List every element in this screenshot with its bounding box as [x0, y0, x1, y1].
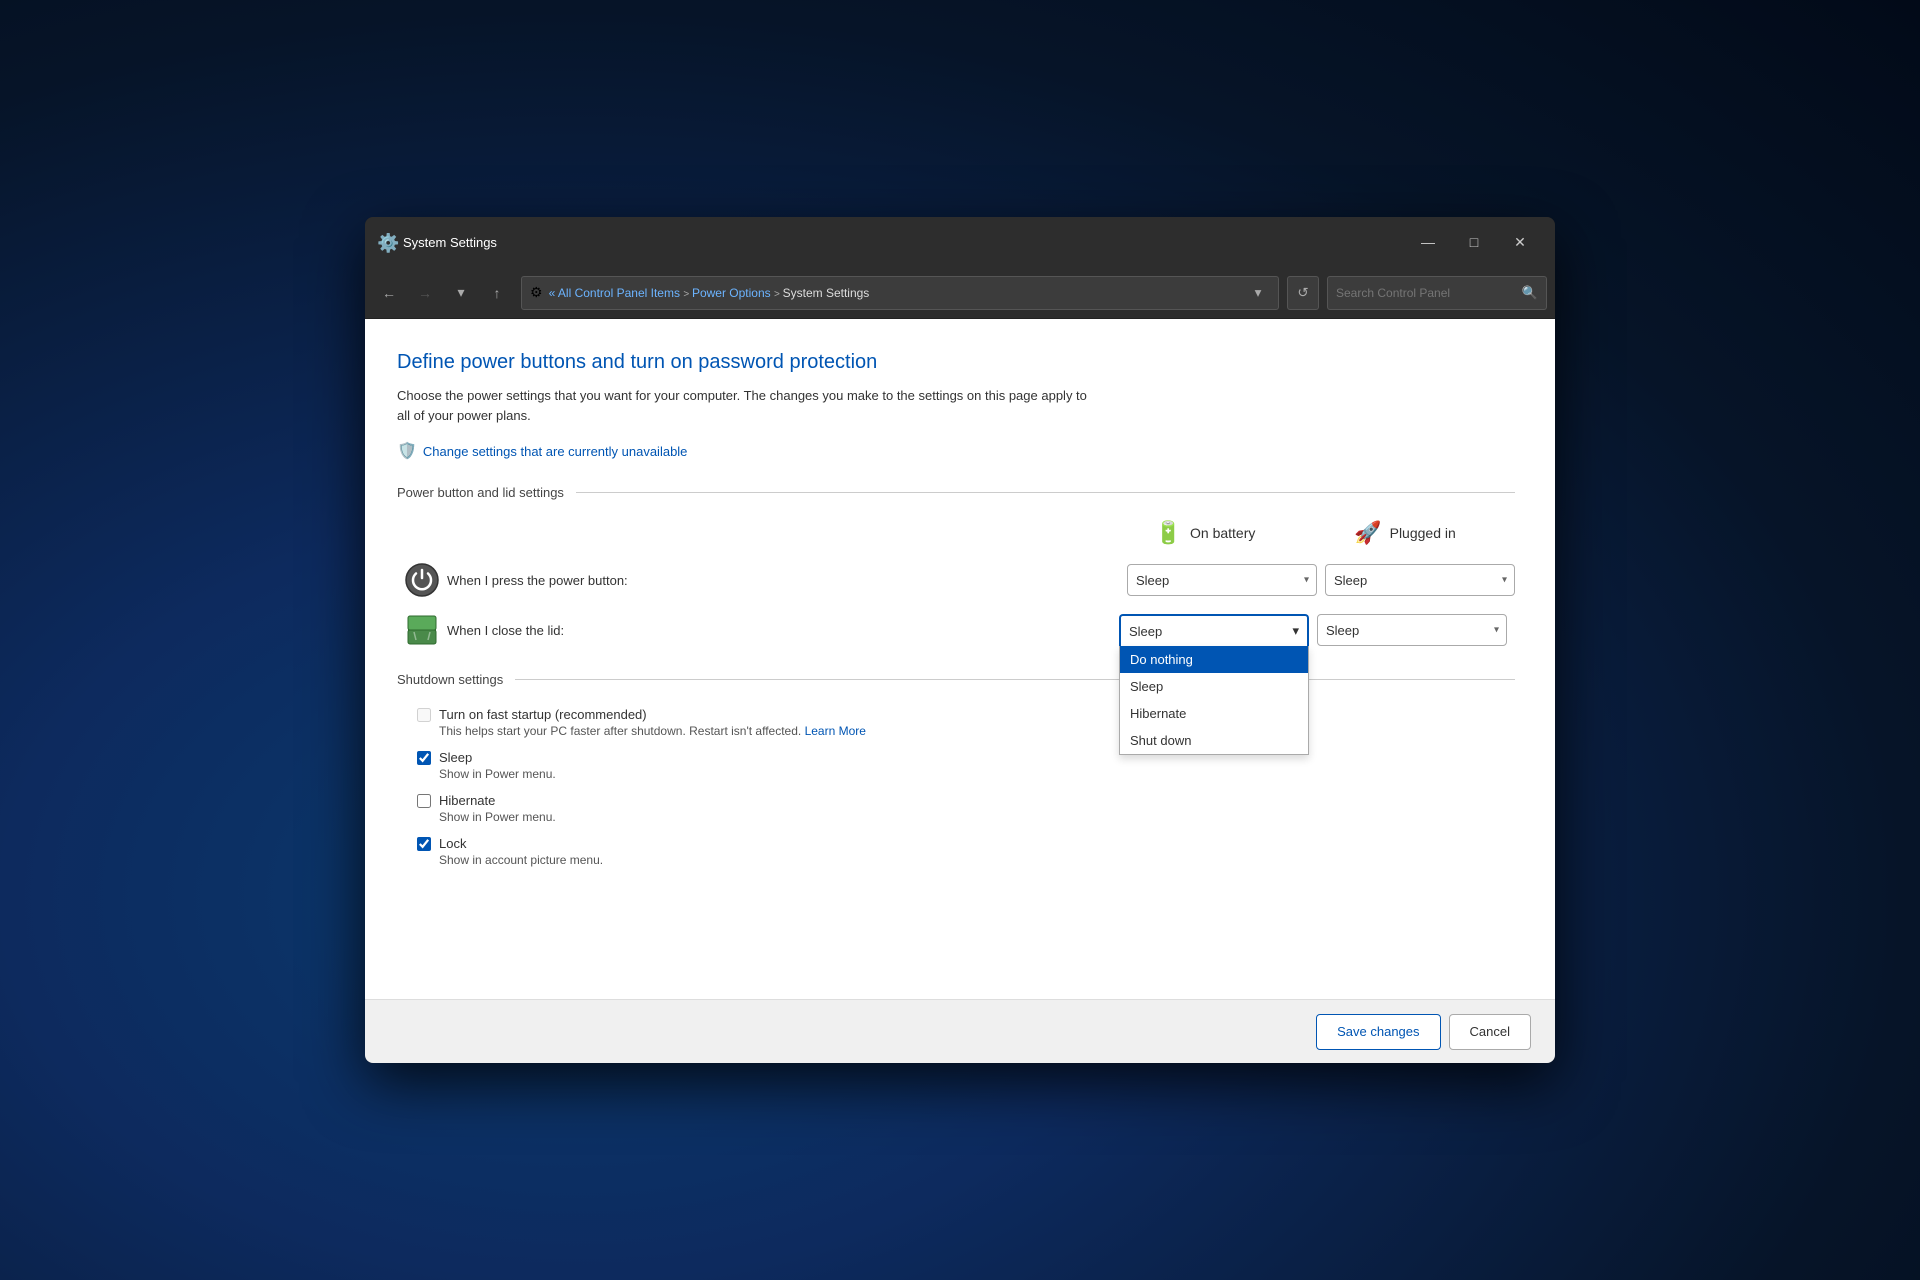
sleep-row: Sleep Show in Power menu.	[397, 750, 1515, 781]
power-button-row: When I press the power button: Sleep Do …	[397, 562, 1515, 598]
address-icon: ⚙	[530, 284, 543, 301]
main-window: ⚙️ System Settings — □ ✕ ← → ▾ ↑ ⚙ « All…	[365, 217, 1555, 1063]
plug-icon: 🚀	[1354, 520, 1381, 546]
lock-label-row: Lock	[417, 836, 1515, 851]
address-dropdown-button[interactable]: ▾	[1246, 277, 1270, 309]
minimize-button[interactable]: —	[1405, 226, 1451, 258]
hibernate-checkbox[interactable]	[417, 794, 431, 808]
lid-row: When I close the lid: Sleep ▾ Do nothing…	[397, 612, 1515, 648]
lock-sublabel: Show in account picture menu.	[417, 853, 1515, 867]
plugged-in-header: 🚀 Plugged in	[1305, 520, 1505, 546]
maximize-button[interactable]: □	[1451, 226, 1497, 258]
search-icon: 🔍	[1522, 285, 1538, 301]
shutdown-section-divider	[515, 679, 1515, 680]
lid-battery-dropdown-options: Do nothing Sleep Hibernate Shut down	[1119, 646, 1309, 755]
breadcrumb-power-options[interactable]: Power Options	[692, 286, 771, 300]
plugged-in-label: Plugged in	[1390, 525, 1456, 541]
fast-startup-sublabel: This helps start your PC faster after sh…	[417, 724, 1515, 738]
lid-icon	[397, 612, 447, 648]
sleep-label: Sleep	[439, 750, 472, 765]
window-title: System Settings	[403, 235, 1397, 250]
fast-startup-label-row: Turn on fast startup (recommended)	[417, 707, 1515, 722]
on-battery-header: 🔋 On battery	[1105, 520, 1305, 546]
breadcrumb-system-settings: System Settings	[783, 286, 870, 300]
fast-startup-row: Turn on fast startup (recommended) This …	[397, 707, 1515, 738]
footer-bar: Save changes Cancel	[365, 999, 1555, 1063]
shutdown-section: Shutdown settings Turn on fast startup (…	[397, 672, 1515, 867]
option-hibernate[interactable]: Hibernate	[1120, 700, 1308, 727]
on-battery-label: On battery	[1190, 525, 1255, 541]
back-button[interactable]: ←	[373, 277, 405, 309]
search-input[interactable]	[1336, 286, 1516, 300]
up-button[interactable]: ↑	[481, 277, 513, 309]
option-shut-down[interactable]: Shut down	[1120, 727, 1308, 754]
refresh-button[interactable]: ↺	[1287, 276, 1319, 310]
option-sleep[interactable]: Sleep	[1120, 673, 1308, 700]
columns-header: 🔋 On battery 🚀 Plugged in	[397, 520, 1515, 546]
recent-button[interactable]: ▾	[445, 277, 477, 309]
app-icon: ⚙️	[377, 233, 395, 251]
fast-startup-label: Turn on fast startup (recommended)	[439, 707, 647, 722]
lock-label: Lock	[439, 836, 466, 851]
power-button-label: When I press the power button:	[447, 573, 1127, 588]
address-text: « All Control Panel Items > Power Option…	[549, 286, 1240, 300]
page-title: Define power buttons and turn on passwor…	[397, 351, 1515, 374]
nav-bar: ← → ▾ ↑ ⚙ « All Control Panel Items > Po…	[365, 267, 1555, 319]
power-plugged-dropdown-wrapper[interactable]: Sleep Do nothing Hibernate Shut down ▾	[1325, 564, 1515, 596]
forward-button[interactable]: →	[409, 277, 441, 309]
lock-row: Lock Show in account picture menu.	[397, 836, 1515, 867]
hibernate-row: Hibernate Show in Power menu.	[397, 793, 1515, 824]
lid-plugged-dropdown[interactable]: Sleep Do nothing Hibernate Shut down	[1317, 614, 1507, 646]
power-battery-dropdown-wrapper[interactable]: Sleep Do nothing Hibernate Shut down ▾	[1127, 564, 1317, 596]
section-divider	[576, 492, 1515, 493]
hibernate-sublabel: Show in Power menu.	[417, 810, 1515, 824]
lid-battery-chevron: ▾	[1292, 623, 1299, 639]
lid-plugged-dropdown-wrapper[interactable]: Sleep Do nothing Hibernate Shut down ▾	[1317, 614, 1507, 646]
lid-battery-dropdown-wrapper[interactable]: Sleep ▾ Do nothing Sleep Hibernate Shut …	[1119, 614, 1309, 646]
cancel-button[interactable]: Cancel	[1449, 1014, 1531, 1050]
lid-battery-selected-text: Sleep	[1129, 624, 1162, 639]
save-changes-button[interactable]: Save changes	[1316, 1014, 1440, 1050]
content-area: Define power buttons and turn on passwor…	[365, 319, 1555, 999]
address-bar[interactable]: ⚙ « All Control Panel Items > Power Opti…	[521, 276, 1279, 310]
lid-battery-dropdown-display[interactable]: Sleep ▾	[1119, 614, 1309, 646]
shutdown-section-title: Shutdown settings	[397, 672, 503, 687]
page-description: Choose the power settings that you want …	[397, 386, 1097, 425]
breadcrumb-all-items[interactable]: « All Control Panel Items	[549, 286, 680, 300]
learn-more-link[interactable]: Learn More	[805, 724, 866, 738]
breadcrumb-sep-2: >	[774, 289, 783, 300]
option-do-nothing[interactable]: Do nothing	[1120, 646, 1308, 673]
change-settings-link[interactable]: 🛡️ Change settings that are currently un…	[397, 441, 687, 461]
title-bar: ⚙️ System Settings — □ ✕	[365, 217, 1555, 267]
fast-startup-checkbox[interactable]	[417, 708, 431, 722]
lid-label: When I close the lid:	[447, 623, 1119, 638]
change-settings-label: Change settings that are currently unava…	[423, 444, 688, 459]
power-button-icon	[397, 562, 447, 598]
breadcrumb-sep-1: >	[683, 289, 692, 300]
battery-icon: 🔋	[1155, 520, 1182, 546]
lock-checkbox[interactable]	[417, 837, 431, 851]
section-header: Power button and lid settings	[397, 485, 1515, 500]
window-controls: — □ ✕	[1405, 226, 1543, 258]
sleep-label-row: Sleep	[417, 750, 1515, 765]
shutdown-section-header: Shutdown settings	[397, 672, 1515, 687]
power-battery-dropdown[interactable]: Sleep Do nothing Hibernate Shut down	[1127, 564, 1317, 596]
hibernate-label: Hibernate	[439, 793, 495, 808]
hibernate-label-row: Hibernate	[417, 793, 1515, 808]
shield-icon: 🛡️	[397, 441, 417, 461]
section-title: Power button and lid settings	[397, 485, 564, 500]
close-button[interactable]: ✕	[1497, 226, 1543, 258]
power-plugged-dropdown[interactable]: Sleep Do nothing Hibernate Shut down	[1325, 564, 1515, 596]
search-bar[interactable]: 🔍	[1327, 276, 1547, 310]
sleep-checkbox[interactable]	[417, 751, 431, 765]
sleep-sublabel: Show in Power menu.	[417, 767, 1515, 781]
